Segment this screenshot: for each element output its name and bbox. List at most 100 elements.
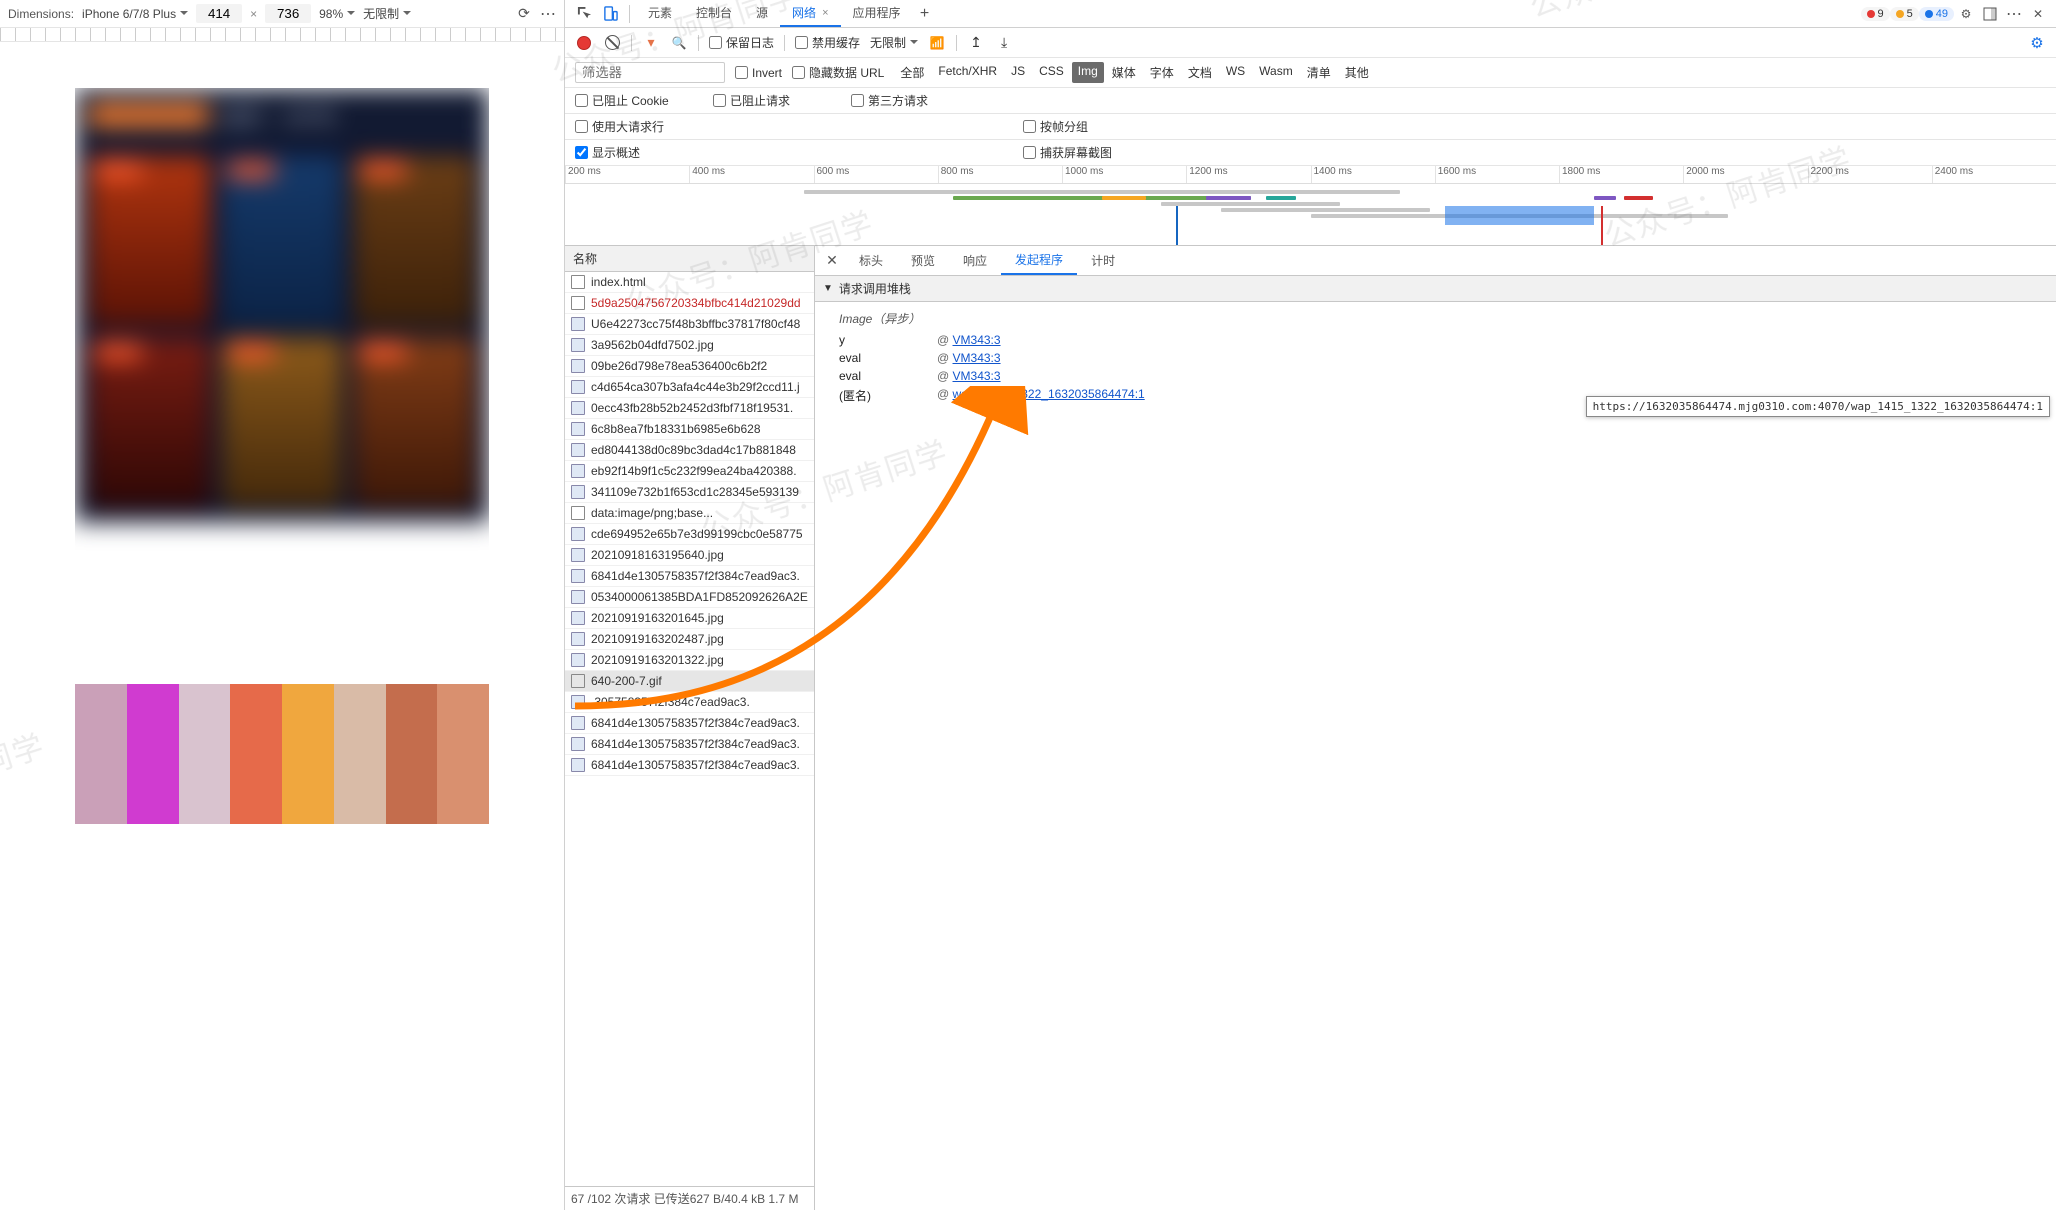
- rotate-icon[interactable]: [516, 6, 532, 22]
- request-row[interactable]: 3a9562b04dfd7502.jpg: [565, 335, 814, 356]
- third-party-checkbox[interactable]: 第三方请求: [851, 92, 971, 109]
- more-icon[interactable]: [2002, 2, 2026, 26]
- close-devtools-icon[interactable]: [2026, 2, 2050, 26]
- dock-icon[interactable]: [1978, 2, 2002, 26]
- request-row[interactable]: 20210919163201322.jpg: [565, 650, 814, 671]
- filter-chip-文档[interactable]: 文档: [1182, 62, 1218, 83]
- request-row[interactable]: ed8044138d0c89bc3dad4c17b881848: [565, 440, 814, 461]
- stack-source-link[interactable]: VM343:3: [953, 351, 1001, 365]
- request-row[interactable]: 0534000061385BDA1FD852092626A2E: [565, 587, 814, 608]
- request-row[interactable]: 6c8b8ea7fb18331b6985e6b628: [565, 419, 814, 440]
- settings-icon[interactable]: [1954, 2, 1978, 26]
- request-row[interactable]: eb92f14b9f1c5c232f99ea24ba420388.: [565, 461, 814, 482]
- request-row[interactable]: 640-200-7.gif: [565, 671, 814, 692]
- request-list-header[interactable]: 名称: [565, 246, 814, 272]
- network-toolbar: ▾ 保留日志 禁用缓存 无限制: [565, 28, 2056, 58]
- filter-chip-js[interactable]: JS: [1005, 62, 1031, 83]
- search-icon[interactable]: [670, 34, 688, 52]
- throttle-selector[interactable]: 无限制: [363, 5, 411, 22]
- request-row[interactable]: 341109e732b1f653cd1c28345e593139: [565, 482, 814, 503]
- filter-chip-img[interactable]: Img: [1072, 62, 1104, 83]
- detail-tab-response[interactable]: 响应: [949, 246, 1001, 275]
- tab-console[interactable]: 控制台: [684, 0, 744, 27]
- network-conditions-icon[interactable]: [928, 34, 946, 52]
- request-row[interactable]: index.html: [565, 272, 814, 293]
- filter-chip-wasm[interactable]: Wasm: [1253, 62, 1299, 83]
- request-row[interactable]: c4d654ca307b3afa4c44e3b29f2ccd11.j: [565, 377, 814, 398]
- blocked-requests-checkbox[interactable]: 已阻止请求: [713, 92, 833, 109]
- throttle-dropdown[interactable]: 无限制: [870, 34, 918, 51]
- error-badge[interactable]: 9: [1861, 7, 1890, 21]
- large-rows-checkbox[interactable]: 使用大请求行: [575, 118, 695, 135]
- device-selector[interactable]: iPhone 6/7/8 Plus: [82, 7, 188, 21]
- request-row[interactable]: 20210918163195640.jpg: [565, 545, 814, 566]
- request-row[interactable]: 5d9a2504756720334bfbc414d21029dd: [565, 293, 814, 314]
- blocked-cookies-checkbox[interactable]: 已阻止 Cookie: [575, 92, 695, 109]
- timeline-tick: 1200 ms: [1186, 166, 1310, 183]
- message-badge[interactable]: 49: [1919, 7, 1954, 21]
- stack-source-link[interactable]: wap_1415_1322_1632035864474:1: [953, 387, 1145, 401]
- import-har-icon[interactable]: [995, 34, 1013, 52]
- filter-chip-清单[interactable]: 清单: [1301, 62, 1337, 83]
- record-icon[interactable]: [575, 34, 593, 52]
- request-row[interactable]: 6841d4e1305758357f2f384c7ead9ac3.: [565, 734, 814, 755]
- request-row[interactable]: 09be26d798e78ea536400c6b2f2: [565, 356, 814, 377]
- filter-chip-fetch/xhr[interactable]: Fetch/XHR: [932, 62, 1003, 83]
- filter-chip-ws[interactable]: WS: [1220, 62, 1251, 83]
- device-height-input[interactable]: [265, 4, 311, 23]
- clear-icon[interactable]: [603, 34, 621, 52]
- group-by-frame-checkbox[interactable]: 按帧分组: [1023, 118, 1143, 135]
- more-options-icon[interactable]: [540, 6, 556, 22]
- filter-icon[interactable]: ▾: [642, 34, 660, 52]
- timeline-tick: 200 ms: [565, 166, 689, 183]
- detail-tab-initiator[interactable]: 发起程序: [1001, 246, 1077, 275]
- tab-application[interactable]: 应用程序: [841, 0, 913, 27]
- close-detail-icon[interactable]: [819, 252, 845, 269]
- tab-network[interactable]: 网络×: [780, 0, 840, 27]
- request-row[interactable]: U6e42273cc75f48b3bffbc37817f80cf48: [565, 314, 814, 335]
- request-row[interactable]: 6841d4e1305758357f2f384c7ead9ac3.: [565, 755, 814, 776]
- device-width-input[interactable]: [196, 4, 242, 23]
- filter-chip-媒体[interactable]: 媒体: [1106, 62, 1142, 83]
- request-row[interactable]: 0ecc43fb28b52b2452d3fbf718f19531.: [565, 398, 814, 419]
- filter-input[interactable]: [575, 62, 725, 83]
- detail-tab-timing[interactable]: 计时: [1077, 246, 1129, 275]
- image-file-icon: [571, 401, 585, 415]
- timeline-overview[interactable]: 200 ms400 ms600 ms800 ms1000 ms1200 ms14…: [565, 166, 2056, 246]
- stack-source-link[interactable]: VM343:3: [953, 369, 1001, 383]
- invert-checkbox[interactable]: Invert: [735, 66, 782, 80]
- filter-chip-css[interactable]: CSS: [1033, 62, 1070, 83]
- request-row[interactable]: 6841d4e1305758357f2f384c7ead9ac3.: [565, 566, 814, 587]
- stack-source-link[interactable]: VM343:3: [953, 333, 1001, 347]
- show-overview-checkbox[interactable]: 显示概述: [575, 144, 695, 161]
- filter-chip-字体[interactable]: 字体: [1144, 62, 1180, 83]
- tab-sources[interactable]: 源: [744, 0, 780, 27]
- add-tab-icon[interactable]: [913, 2, 937, 26]
- inspect-icon[interactable]: [571, 1, 597, 27]
- timeline-tick: 400 ms: [689, 166, 813, 183]
- disable-cache-checkbox[interactable]: 禁用缓存: [795, 34, 860, 51]
- request-name: 3a9562b04dfd7502.jpg: [591, 338, 714, 352]
- section-header[interactable]: ▼请求调用堆栈: [815, 276, 2056, 302]
- filter-chip-全部[interactable]: 全部: [894, 62, 930, 83]
- detail-tab-preview[interactable]: 预览: [897, 246, 949, 275]
- detail-tab-headers[interactable]: 标头: [845, 246, 897, 275]
- close-icon[interactable]: ×: [822, 7, 828, 19]
- request-row[interactable]: cde694952e65b7e3d99199cbc0e58775: [565, 524, 814, 545]
- filter-chip-其他[interactable]: 其他: [1339, 62, 1375, 83]
- capture-screenshots-checkbox[interactable]: 捕获屏幕截图: [1023, 144, 1143, 161]
- request-row[interactable]: .305758357f2f384c7ead9ac3.: [565, 692, 814, 713]
- preserve-log-checkbox[interactable]: 保留日志: [709, 34, 774, 51]
- request-row[interactable]: 20210919163202487.jpg: [565, 629, 814, 650]
- tab-elements[interactable]: 元素: [636, 0, 684, 27]
- request-row[interactable]: 20210919163201645.jpg: [565, 608, 814, 629]
- device-mode-icon[interactable]: [597, 1, 623, 27]
- network-settings-icon[interactable]: [2028, 34, 2046, 52]
- request-row[interactable]: 6841d4e1305758357f2f384c7ead9ac3.: [565, 713, 814, 734]
- zoom-selector[interactable]: 98%: [319, 7, 355, 21]
- export-har-icon[interactable]: [967, 34, 985, 52]
- warning-badge[interactable]: 5: [1890, 7, 1919, 21]
- hide-data-urls-checkbox[interactable]: 隐藏数据 URL: [792, 64, 884, 81]
- image-file-icon: [571, 737, 585, 751]
- request-row[interactable]: data:image/png;base...: [565, 503, 814, 524]
